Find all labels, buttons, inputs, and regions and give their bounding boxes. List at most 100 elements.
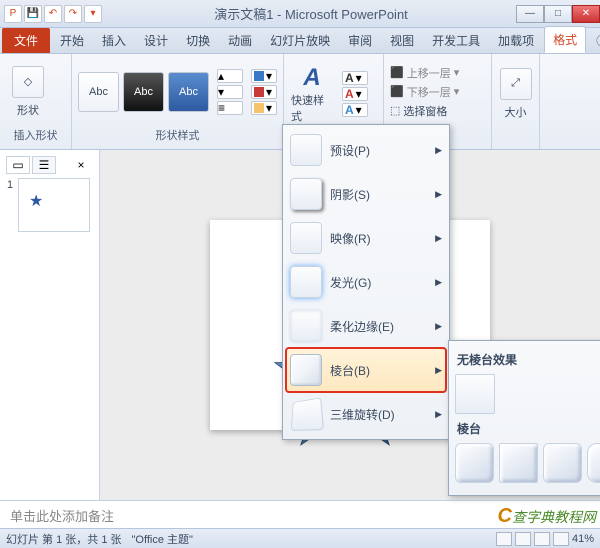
size-icon: ⤢ — [500, 68, 532, 100]
tab-format[interactable]: 格式 — [544, 26, 586, 53]
slideshow-view-button[interactable] — [553, 532, 569, 546]
soft-edges-thumb-icon — [290, 310, 322, 342]
quick-styles-button[interactable]: A 快速样式 — [290, 64, 334, 124]
panel-close-icon[interactable]: × — [69, 156, 93, 174]
menu-soft-edges[interactable]: 柔化边缘(E) ▶ — [286, 304, 446, 348]
size-label: 大小 — [505, 104, 527, 120]
window-buttons: — □ ✕ — [516, 5, 600, 23]
bevel-option-4[interactable] — [587, 443, 600, 483]
quick-styles-icon: A — [303, 64, 320, 92]
tab-home[interactable]: 开始 — [52, 28, 92, 53]
panel-tabs: ▭ ☰ × — [6, 156, 93, 174]
menu-shadow[interactable]: 阴影(S) ▶ — [286, 172, 446, 216]
submenu-arrow-icon: ▶ — [435, 189, 442, 200]
tab-view[interactable]: 视图 — [382, 28, 422, 53]
view-buttons: 41% — [496, 532, 594, 546]
gallery-more-icon[interactable]: ≡ — [217, 101, 243, 115]
slide-thumbnail[interactable]: 1 ★ — [18, 178, 90, 232]
bevel-thumb-icon — [290, 354, 322, 386]
submenu-arrow-icon: ▶ — [435, 321, 442, 332]
outline-tab[interactable]: ☰ — [32, 156, 56, 174]
slide-panel: ▭ ☰ × 1 ★ — [0, 150, 100, 500]
bevel-option-1[interactable] — [455, 443, 494, 483]
minimize-button[interactable]: — — [516, 5, 544, 23]
submenu-arrow-icon: ▶ — [435, 365, 442, 376]
bevel-header: 棱台 — [457, 420, 600, 437]
bevel-none-option[interactable] — [455, 374, 495, 414]
text-outline-button[interactable]: A▾ — [342, 87, 368, 101]
app-icon[interactable]: P — [4, 5, 22, 23]
tab-addins[interactable]: 加载项 — [490, 28, 542, 53]
qat-dropdown-icon[interactable]: ▾ — [84, 5, 102, 23]
bring-forward-button[interactable]: ⬛上移一层 ▾ — [390, 65, 459, 81]
shape-effects-menu: 预设(P) ▶ 阴影(S) ▶ 映像(R) ▶ 发光(G) ▶ 柔化边缘(E) … — [282, 124, 450, 440]
tab-transitions[interactable]: 切换 — [178, 28, 218, 53]
group-label-insert-shapes: 插入形状 — [6, 125, 65, 145]
style-gallery-arrows: ▴ ▾ ≡ — [217, 69, 243, 115]
tab-review[interactable]: 审阅 — [340, 28, 380, 53]
quick-access-toolbar: P 💾 ↶ ↷ ▾ — [0, 5, 106, 23]
text-style-options: A▾ A▾ A▾ — [342, 71, 368, 117]
shadow-thumb-icon — [290, 178, 322, 210]
text-effects-button[interactable]: A▾ — [342, 103, 368, 117]
tab-developer[interactable]: 开发工具 — [424, 28, 488, 53]
bevel-none-header: 无棱台效果 — [457, 351, 600, 368]
status-bar: 幻灯片 第 1 张，共 1 张 "Office 主题" 41% — [0, 528, 600, 548]
undo-icon[interactable]: ↶ — [44, 5, 62, 23]
shape-effects-button[interactable]: ▾ — [251, 101, 277, 115]
menu-preset[interactable]: 预设(P) ▶ — [286, 128, 446, 172]
menu-3d-rotation[interactable]: 三维旋转(D) ▶ — [286, 392, 446, 436]
quick-styles-label: 快速样式 — [291, 92, 333, 124]
style-preset-2[interactable]: Abc — [123, 72, 164, 112]
submenu-arrow-icon: ▶ — [435, 409, 442, 420]
close-button[interactable]: ✕ — [572, 5, 600, 23]
tab-animations[interactable]: 动画 — [220, 28, 260, 53]
preset-thumb-icon — [290, 134, 322, 166]
status-slide: 幻灯片 第 1 张，共 1 张 — [6, 531, 122, 547]
selection-pane-icon: ⬚ — [390, 104, 400, 117]
sorter-view-button[interactable] — [515, 532, 531, 546]
tab-insert[interactable]: 插入 — [94, 28, 134, 53]
submenu-arrow-icon: ▶ — [435, 145, 442, 156]
bevel-option-2[interactable] — [499, 443, 538, 483]
text-fill-button[interactable]: A▾ — [342, 71, 368, 85]
notes-placeholder: 单击此处添加备注 — [10, 509, 114, 524]
menu-bevel[interactable]: 棱台(B) ▶ — [286, 348, 446, 392]
send-backward-button[interactable]: ⬛下移一层 ▾ — [390, 84, 459, 100]
selection-pane-button[interactable]: ⬚选择窗格 — [390, 103, 459, 119]
style-preset-3[interactable]: Abc — [168, 72, 209, 112]
maximize-button[interactable]: □ — [544, 5, 572, 23]
bevel-option-3[interactable] — [543, 443, 582, 483]
gallery-up-icon[interactable]: ▴ — [217, 69, 243, 83]
tab-design[interactable]: 设计 — [136, 28, 176, 53]
size-button[interactable]: ⤢ 大小 — [498, 64, 533, 124]
menu-glow[interactable]: 发光(G) ▶ — [286, 260, 446, 304]
normal-view-button[interactable] — [496, 532, 512, 546]
shapes-icon: ◇ — [12, 66, 44, 98]
gallery-down-icon[interactable]: ▾ — [217, 85, 243, 99]
reading-view-button[interactable] — [534, 532, 550, 546]
style-preset-1[interactable]: Abc — [78, 72, 119, 112]
slides-tab[interactable]: ▭ — [6, 156, 30, 174]
submenu-arrow-icon: ▶ — [435, 233, 442, 244]
tab-file[interactable]: 文件 — [2, 28, 50, 53]
titlebar: P 💾 ↶ ↷ ▾ 演示文稿1 - Microsoft PowerPoint —… — [0, 0, 600, 28]
shape-outline-button[interactable]: ▾ — [251, 85, 277, 99]
reflection-thumb-icon — [290, 222, 322, 254]
shapes-label: 形状 — [17, 102, 39, 118]
outline-swatch — [254, 87, 264, 97]
save-icon[interactable]: 💾 — [24, 5, 42, 23]
style-options: ▾ ▾ ▾ — [251, 69, 277, 115]
help-icon[interactable]: ⓘ — [588, 28, 600, 53]
thumb-number: 1 — [7, 179, 13, 191]
glow-thumb-icon — [290, 266, 322, 298]
shapes-button[interactable]: ◇ 形状 — [6, 62, 50, 122]
zoom-level[interactable]: 41% — [572, 533, 594, 545]
redo-icon[interactable]: ↷ — [64, 5, 82, 23]
shape-fill-button[interactable]: ▾ — [251, 69, 277, 83]
notes-pane[interactable]: 单击此处添加备注 — [0, 500, 600, 528]
tab-slideshow[interactable]: 幻灯片放映 — [262, 28, 338, 53]
thumb-star-icon: ★ — [29, 191, 43, 211]
menu-reflection[interactable]: 映像(R) ▶ — [286, 216, 446, 260]
bevel-submenu: 无棱台效果 棱台 — [448, 340, 600, 496]
